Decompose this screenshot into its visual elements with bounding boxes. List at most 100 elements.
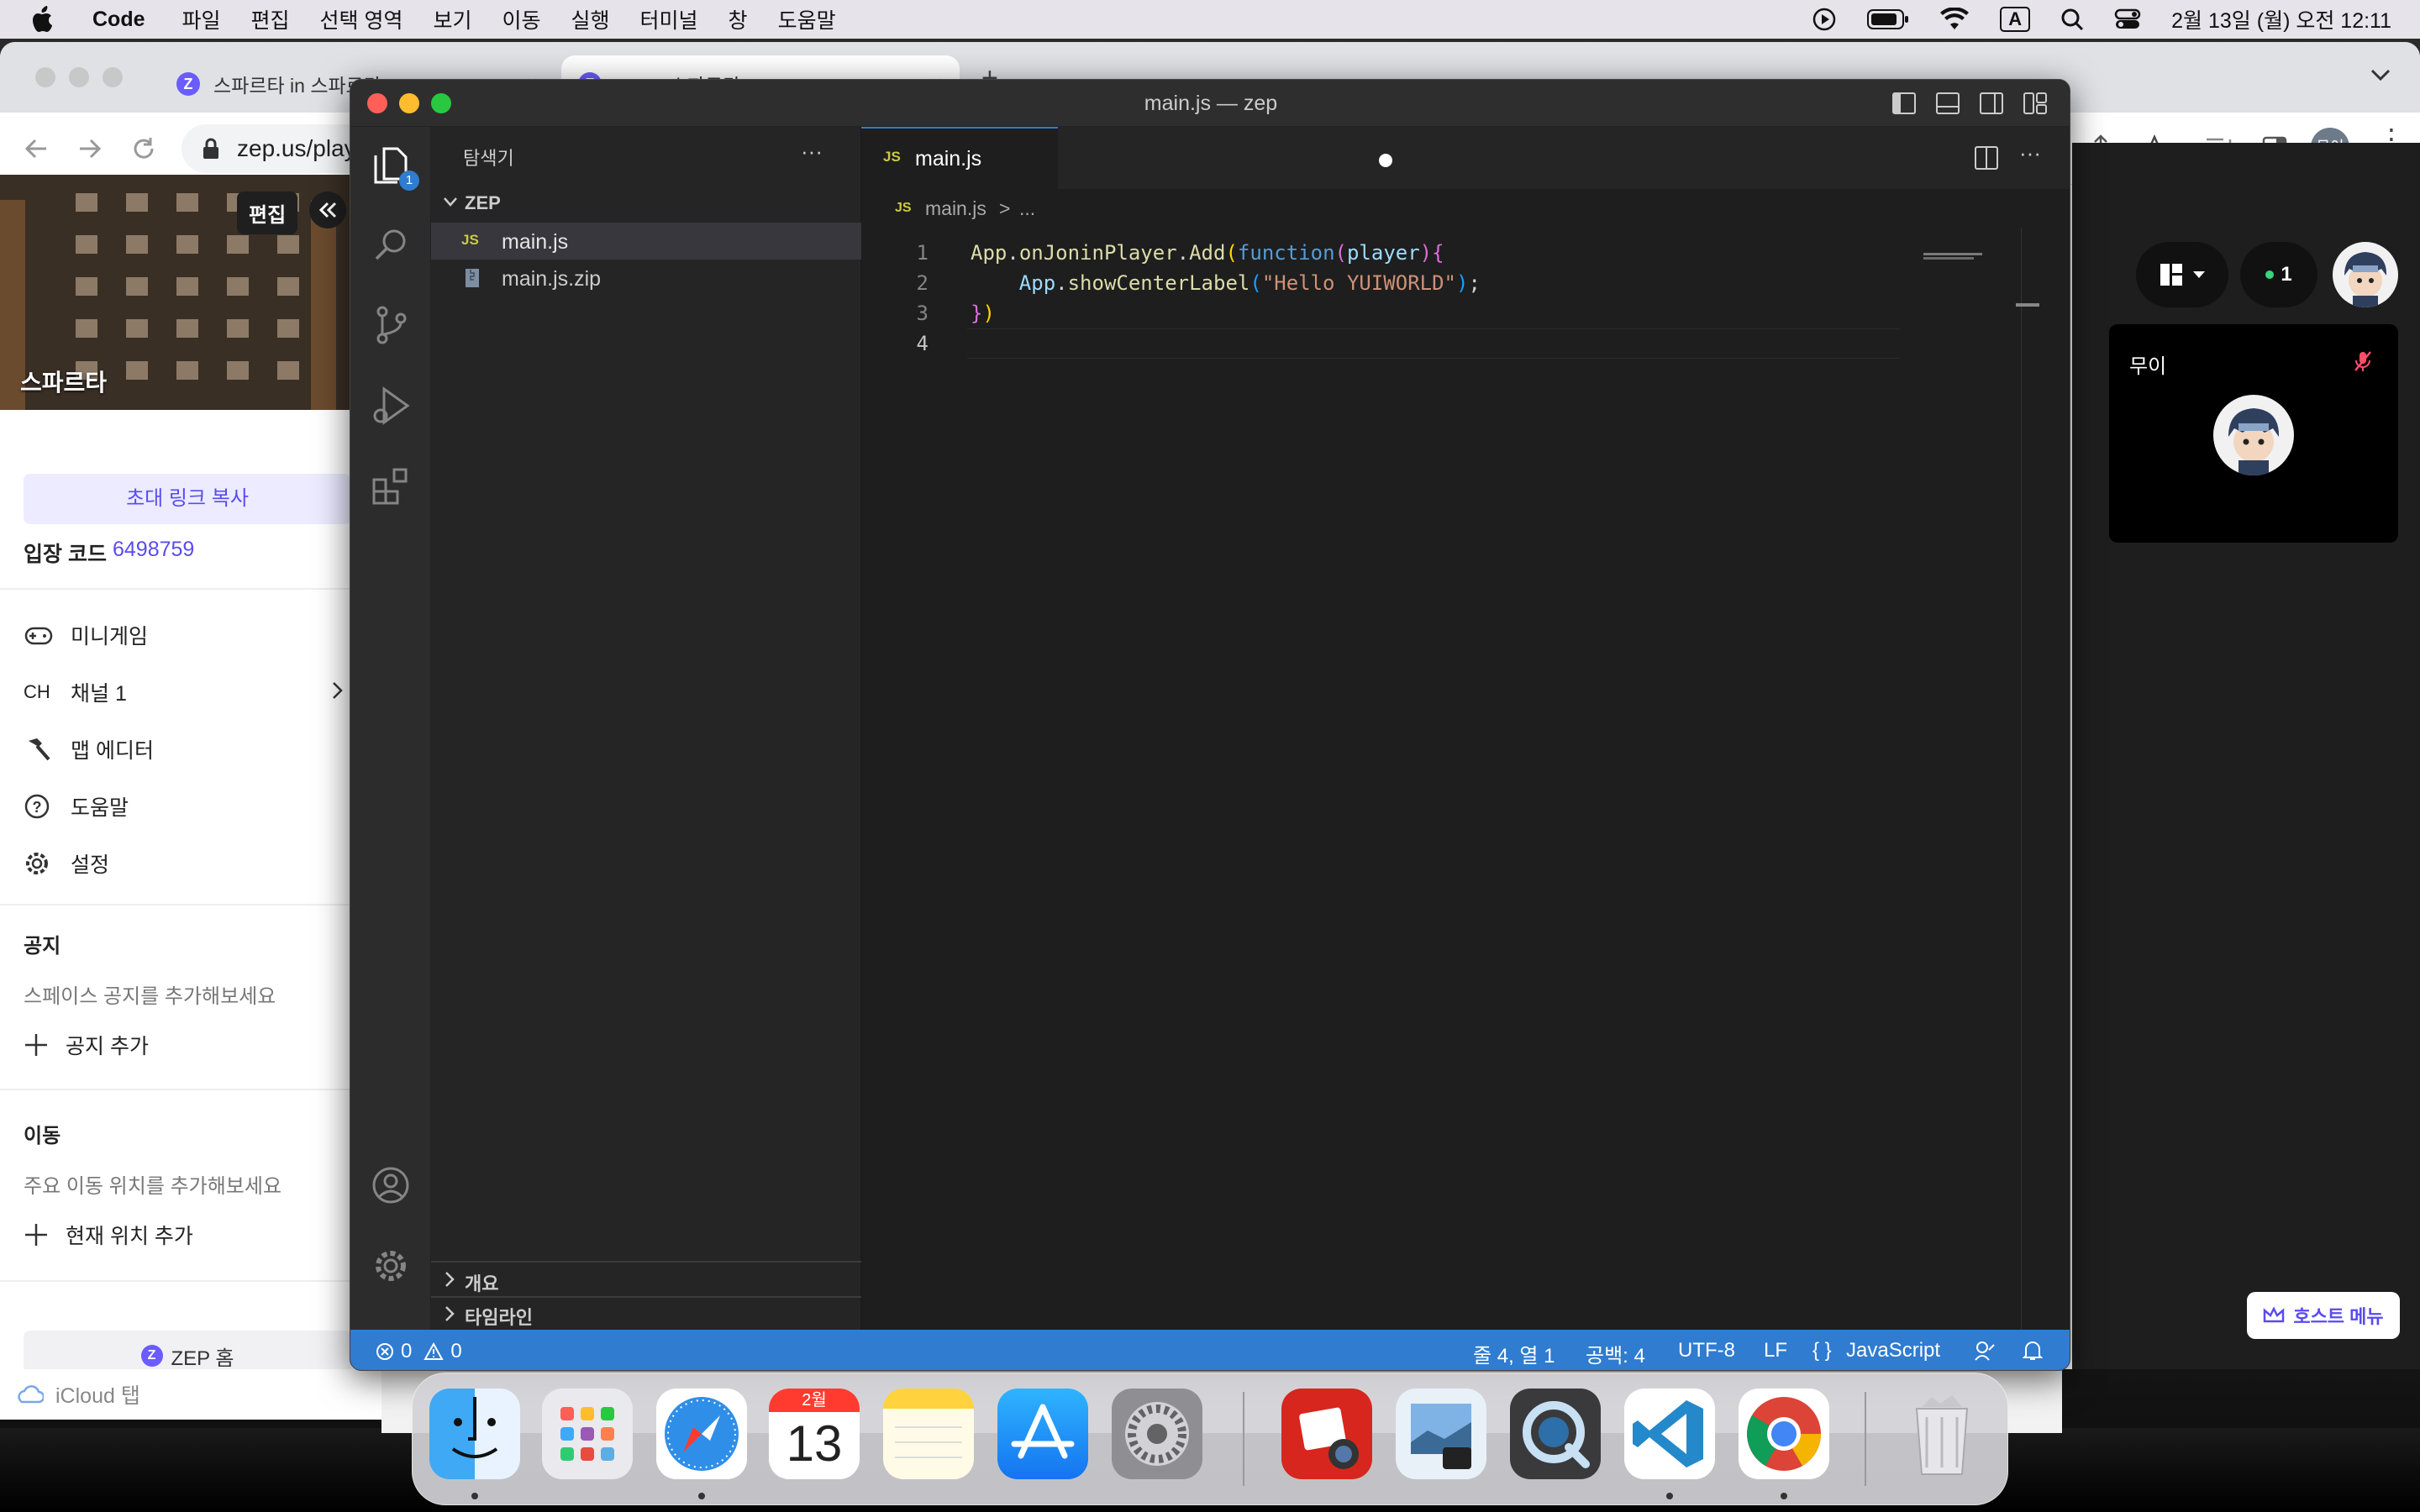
menu-selection[interactable]: 선택 영역 bbox=[320, 4, 403, 34]
timeline-section[interactable]: 타임라인 bbox=[431, 1298, 861, 1330]
toggle-secondary-sidebar-icon[interactable] bbox=[1979, 92, 2004, 115]
forward-arrow-icon[interactable] bbox=[77, 136, 103, 161]
breadcrumb-more[interactable]: ... bbox=[1019, 197, 1035, 220]
hammer-icon bbox=[24, 736, 54, 763]
file-item-selected[interactable]: JS main.js bbox=[431, 223, 861, 260]
launchpad-icon[interactable] bbox=[542, 1389, 633, 1479]
breadcrumb-file[interactable]: main.js bbox=[925, 197, 986, 220]
add-current-location-button[interactable]: 현재 위치 추가 bbox=[24, 1220, 193, 1250]
double-chevron-left-icon[interactable] bbox=[309, 192, 346, 228]
play-circle-icon[interactable] bbox=[1812, 7, 1837, 32]
split-editor-icon[interactable] bbox=[1974, 145, 1999, 171]
explorer-files-icon[interactable]: 1 bbox=[366, 140, 419, 191]
outline-section[interactable]: 개요 bbox=[431, 1263, 861, 1296]
avatar[interactable] bbox=[2333, 242, 2398, 307]
apple-icon[interactable] bbox=[32, 6, 55, 33]
accounts-icon[interactable] bbox=[366, 1160, 416, 1210]
quicktime-icon[interactable] bbox=[1510, 1389, 1601, 1479]
finder-icon[interactable] bbox=[429, 1389, 520, 1479]
back-arrow-icon[interactable] bbox=[24, 136, 49, 161]
editor-more-actions[interactable]: ··· bbox=[2019, 140, 2041, 166]
cursor-position[interactable]: 줄 4, 열 1 bbox=[1473, 1339, 1555, 1368]
menu-run[interactable]: 실행 bbox=[571, 4, 610, 34]
menu-minigame[interactable]: 미니게임 bbox=[24, 620, 148, 650]
notes-icon[interactable] bbox=[883, 1389, 974, 1479]
code-line[interactable]: }) bbox=[971, 302, 995, 325]
online-users-button[interactable]: 1 bbox=[2240, 242, 2317, 307]
problems-indicator[interactable]: 0 0 bbox=[376, 1340, 462, 1363]
space-banner-image: 편집 스파르타 bbox=[0, 175, 351, 410]
menu-help[interactable]: 도움말 bbox=[778, 4, 836, 34]
reload-icon[interactable] bbox=[131, 136, 156, 161]
browser-zoom-button[interactable] bbox=[103, 67, 123, 87]
menu-settings[interactable]: 설정 bbox=[24, 848, 109, 879]
code-line[interactable]: App.onJoninPlayer.Add(function(player){ bbox=[971, 241, 1444, 265]
code-line[interactable]: App.showCenterLabel("Hello YUIWORLD"); bbox=[971, 271, 1481, 295]
video-tile[interactable]: 무이 bbox=[2109, 324, 2398, 543]
close-window-button[interactable] bbox=[367, 93, 387, 113]
menu-app-name[interactable]: Code bbox=[92, 8, 145, 32]
entry-code-value[interactable]: 6498759 bbox=[113, 538, 194, 562]
preview-icon[interactable] bbox=[1396, 1389, 1486, 1479]
source-control-icon[interactable] bbox=[366, 300, 416, 350]
menu-go[interactable]: 이동 bbox=[502, 4, 541, 34]
toggle-panel-icon[interactable] bbox=[1935, 92, 1960, 115]
menu-edit[interactable]: 편집 bbox=[251, 4, 290, 34]
minimize-window-button[interactable] bbox=[399, 93, 419, 113]
extensions-icon[interactable] bbox=[366, 461, 416, 512]
feedback-icon[interactable] bbox=[1974, 1340, 1996, 1362]
search-icon[interactable] bbox=[366, 219, 416, 270]
safari-icon[interactable] bbox=[656, 1389, 747, 1479]
zoom-window-button[interactable] bbox=[431, 93, 451, 113]
clock[interactable]: 2월 13일 (월) 오전 12:11 bbox=[2171, 4, 2391, 34]
menu-file[interactable]: 파일 bbox=[182, 4, 221, 34]
photo-booth-icon[interactable] bbox=[1281, 1389, 1372, 1479]
manage-gear-icon[interactable] bbox=[366, 1241, 416, 1291]
encoding[interactable]: UTF-8 bbox=[1678, 1339, 1735, 1362]
zep-home-button[interactable]: Z ZEP 홈 bbox=[24, 1331, 351, 1369]
indentation[interactable]: 공백: 4 bbox=[1586, 1339, 1645, 1368]
mic-off-icon[interactable] bbox=[2353, 349, 2373, 373]
end-of-line[interactable]: LF bbox=[1764, 1339, 1787, 1362]
run-debug-icon[interactable] bbox=[366, 381, 416, 431]
language-mode[interactable]: JavaScript bbox=[1846, 1339, 1940, 1362]
folder-header[interactable]: ZEP bbox=[431, 186, 861, 221]
url-text[interactable]: zep.us/play bbox=[237, 135, 356, 162]
app-store-icon[interactable] bbox=[997, 1389, 1088, 1479]
system-settings-icon[interactable] bbox=[1112, 1389, 1202, 1479]
notifications-bell-icon[interactable] bbox=[2023, 1340, 2043, 1362]
spotlight-search-icon[interactable] bbox=[2060, 8, 2084, 31]
input-source-indicator[interactable]: A bbox=[2000, 7, 2031, 32]
add-notice-button[interactable]: 공지 추가 bbox=[24, 1030, 149, 1060]
customize-layout-icon[interactable] bbox=[2023, 92, 2048, 115]
tab-search-chevron-icon[interactable] bbox=[2370, 67, 2391, 82]
browser-close-button[interactable] bbox=[35, 67, 55, 87]
chrome-icon[interactable] bbox=[1739, 1389, 1829, 1479]
menu-channel[interactable]: CH 채널 1 bbox=[24, 677, 345, 707]
menu-map-editor[interactable]: 맵 에디터 bbox=[24, 734, 154, 764]
menu-terminal[interactable]: 터미널 bbox=[640, 4, 698, 34]
calendar-icon[interactable]: 2월 13 bbox=[769, 1389, 860, 1479]
edit-space-button[interactable]: 편집 bbox=[237, 192, 298, 234]
host-menu-button[interactable]: 호스트 메뉴 bbox=[2247, 1292, 2400, 1339]
minimap[interactable] bbox=[1923, 253, 1996, 263]
dock: 2월 13 bbox=[412, 1373, 2008, 1505]
menu-help[interactable]: ? 도움말 bbox=[24, 791, 129, 822]
file-item[interactable]: main.js.zip bbox=[431, 260, 861, 297]
unsaved-dot-icon[interactable] bbox=[1379, 154, 1392, 167]
menu-view[interactable]: 보기 bbox=[433, 4, 471, 34]
vscode-icon[interactable] bbox=[1624, 1389, 1715, 1479]
browser-minimize-button[interactable] bbox=[69, 67, 89, 87]
menu-window[interactable]: 창 bbox=[729, 4, 748, 34]
control-center-icon[interactable] bbox=[2114, 8, 2141, 31]
icloud-tabs-row[interactable]: iCloud 탭 bbox=[0, 1369, 381, 1420]
invite-link-copy-button[interactable]: 초대 링크 복사 bbox=[24, 474, 351, 524]
battery-icon[interactable] bbox=[1867, 8, 1909, 30]
explorer-more-actions[interactable]: ··· bbox=[801, 139, 823, 165]
wifi-icon[interactable] bbox=[1939, 8, 1970, 31]
toggle-primary-sidebar-icon[interactable] bbox=[1891, 92, 1917, 115]
trash-icon[interactable] bbox=[1897, 1389, 1987, 1479]
code-editor[interactable]: 1 App.onJoninPlayer.Add(function(player)… bbox=[861, 228, 2038, 1320]
editor-tab-active[interactable]: JS main.js bbox=[861, 127, 1058, 189]
layout-toggle-button[interactable] bbox=[2136, 242, 2228, 307]
